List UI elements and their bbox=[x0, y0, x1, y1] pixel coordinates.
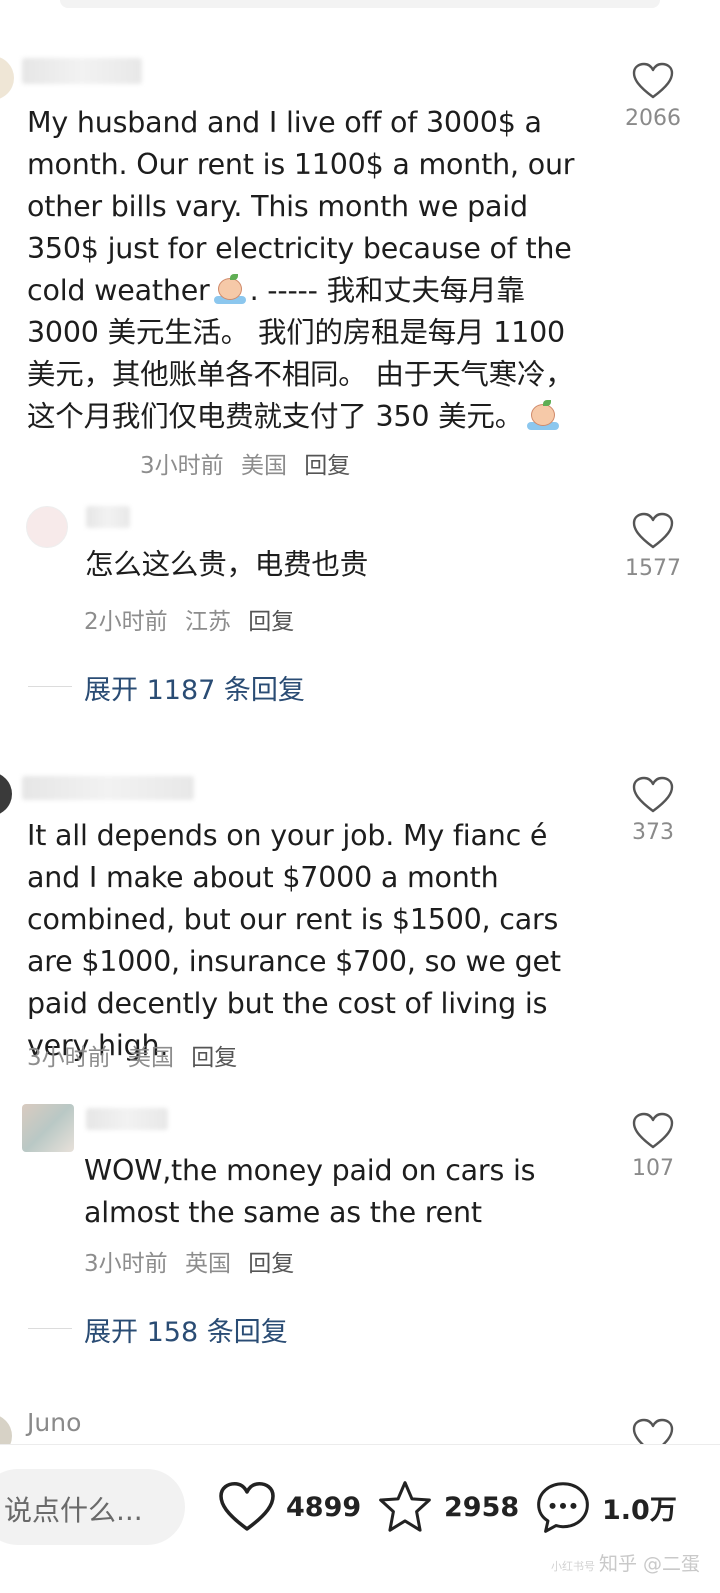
time: 3小时前 bbox=[27, 1045, 111, 1071]
expand-replies-label[interactable]: 展开 1187 条回复 bbox=[84, 668, 305, 707]
time: 3小时前 bbox=[140, 453, 224, 479]
top-bar bbox=[60, 0, 660, 8]
reply-username-blurred[interactable] bbox=[86, 1108, 168, 1130]
location: 美国 bbox=[127, 1045, 174, 1071]
star-count: 2958 bbox=[444, 1491, 520, 1523]
comment-input-placeholder: 说点什么... bbox=[4, 1494, 143, 1527]
comment-text: It all depends on your job. My fianc é a… bbox=[27, 819, 561, 1062]
chat-bubble-icon bbox=[537, 1482, 589, 1533]
star-icon bbox=[379, 1481, 431, 1532]
username-blurred[interactable] bbox=[22, 776, 194, 800]
comment-count: 1.0万 bbox=[602, 1494, 677, 1526]
avatar[interactable] bbox=[0, 56, 14, 100]
avatar[interactable] bbox=[0, 772, 12, 816]
watermark: 小红书号 知乎 @二蛋 bbox=[550, 1553, 700, 1575]
username-blurred[interactable] bbox=[22, 58, 142, 84]
heart-icon bbox=[632, 776, 674, 813]
heart-icon bbox=[632, 1418, 674, 1444]
like-count: 1577 bbox=[625, 556, 681, 581]
crying-emoji-icon bbox=[212, 274, 248, 304]
like-count: 2066 bbox=[625, 106, 681, 131]
like-action[interactable]: 4899 bbox=[218, 1477, 361, 1537]
reply-text: 怎么这么贵，电费也贵 bbox=[85, 548, 369, 581]
comment-meta: 3小时前 美国 回复 bbox=[27, 1038, 247, 1072]
comment-action[interactable]: 1.0万 bbox=[534, 1477, 677, 1537]
reply-button[interactable]: 回复 bbox=[191, 1045, 237, 1071]
time: 3小时前 bbox=[84, 1251, 168, 1277]
reply-avatar[interactable] bbox=[26, 506, 68, 548]
comment-meta: 3小时前 美国 回复 bbox=[140, 446, 360, 480]
reply-username-blurred[interactable] bbox=[86, 506, 130, 528]
heart-icon bbox=[632, 62, 674, 99]
like-count: 4899 bbox=[286, 1491, 362, 1523]
like-button[interactable]: 2066 bbox=[613, 62, 693, 131]
expand-replies[interactable]: 展开 1187 条回复 bbox=[0, 670, 400, 706]
location: 美国 bbox=[240, 453, 287, 479]
like-count: 373 bbox=[632, 820, 674, 845]
reply-like-button[interactable]: 1577 bbox=[613, 512, 693, 581]
heart-icon bbox=[219, 1481, 275, 1531]
reply-button[interactable]: 回复 bbox=[248, 609, 294, 635]
star-action[interactable]: 2958 bbox=[376, 1477, 519, 1537]
location: 江苏 bbox=[184, 609, 231, 635]
like-count: 107 bbox=[632, 1156, 674, 1181]
heart-icon bbox=[632, 1112, 674, 1149]
expand-replies[interactable]: 展开 158 条回复 bbox=[0, 1312, 400, 1348]
expand-replies-label[interactable]: 展开 158 条回复 bbox=[84, 1310, 288, 1349]
username[interactable]: Juno bbox=[27, 1408, 81, 1437]
divider bbox=[28, 686, 72, 687]
reply-meta: 2小时前 江苏 回复 bbox=[84, 602, 304, 636]
bottom-bar: 说点什么... 4899 2958 1.0万 小红书号 知乎 @二蛋 bbox=[0, 1444, 720, 1593]
divider bbox=[28, 1328, 72, 1329]
like-button[interactable]: 373 bbox=[613, 776, 693, 845]
reply-button[interactable]: 回复 bbox=[304, 453, 350, 479]
reply-like-button[interactable]: 107 bbox=[613, 1112, 693, 1181]
reply-meta: 3小时前 英国 回复 bbox=[84, 1244, 304, 1278]
like-button[interactable] bbox=[613, 1418, 693, 1444]
reply-button[interactable]: 回复 bbox=[248, 1251, 294, 1277]
location: 英国 bbox=[184, 1251, 231, 1277]
crying-emoji-icon bbox=[525, 400, 561, 430]
time: 2小时前 bbox=[84, 609, 168, 635]
heart-icon bbox=[632, 512, 674, 549]
comment-text: My husband and I live off of 3000$ a mon… bbox=[27, 106, 575, 433]
comment-input[interactable]: 说点什么... bbox=[0, 1469, 185, 1545]
reply-text: WOW,the money paid on cars is almost the… bbox=[84, 1154, 536, 1229]
reply-avatar[interactable] bbox=[22, 1104, 74, 1152]
